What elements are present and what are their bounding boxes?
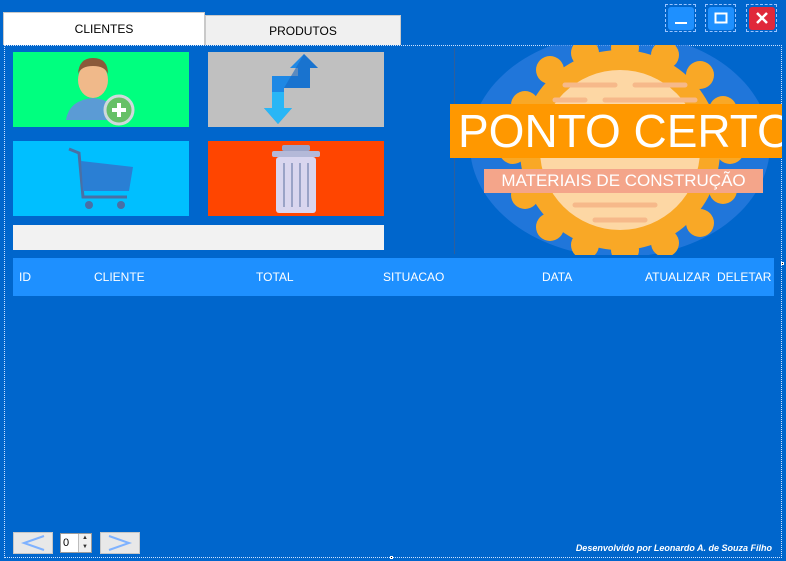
maximize-icon [707,6,734,30]
swap-arrows-icon [264,54,318,124]
trash-icon [272,145,320,213]
close-icon [748,6,775,30]
cart-button[interactable] [13,141,189,216]
column-header-deletar[interactable]: DELETAR [717,270,771,284]
column-header-atualizar[interactable]: ATUALIZAR [645,270,710,284]
chevron-left-icon [20,535,45,551]
brand-subtitle: MATERIAIS DE CONSTRUÇÃO [484,169,763,193]
brand-title: PONTO CERTO [450,104,782,158]
page-number-stepper[interactable]: 0 ▲ ▼ [60,533,92,553]
page-number-value: 0 [63,537,70,549]
search-input[interactable] [13,225,384,250]
maximize-button[interactable] [705,4,736,32]
close-button[interactable] [746,4,777,32]
minimize-icon [667,6,694,30]
column-header-id[interactable]: ID [19,270,31,284]
add-client-button[interactable] [13,52,189,127]
column-header-data[interactable]: DATA [542,270,572,284]
next-page-button[interactable] [100,532,140,554]
tab-produtos[interactable]: PRODUTOS [205,15,401,45]
stepper-arrows[interactable]: ▲ ▼ [78,534,91,552]
column-header-situacao[interactable]: SITUACAO [383,270,444,284]
shopping-cart-icon [68,147,133,209]
swap-button[interactable] [208,52,384,127]
delete-button[interactable] [208,141,384,216]
minimize-button[interactable] [665,4,696,32]
prev-page-button[interactable] [13,532,53,554]
column-header-cliente[interactable]: CLIENTE [94,270,145,284]
chevron-right-icon [108,535,133,551]
stepper-up-icon[interactable]: ▲ [79,534,91,543]
resize-handle[interactable] [781,262,784,265]
grid-header: ID CLIENTE TOTAL SITUACAO DATA ATUALIZAR… [13,258,774,296]
tab-clientes[interactable]: CLIENTES [3,12,205,45]
user-add-icon [66,58,135,126]
stepper-down-icon[interactable]: ▼ [79,543,91,552]
resize-handle[interactable] [390,556,393,559]
footer-credit: Desenvolvido por Leonardo A. de Souza Fi… [575,543,772,553]
column-header-total[interactable]: TOTAL [256,270,294,284]
